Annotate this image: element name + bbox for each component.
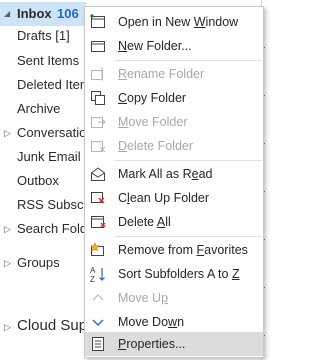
- copy-icon: [91, 91, 105, 105]
- menu-move-folder[interactable]: Move Folder: [85, 110, 263, 134]
- rename-icon: [91, 67, 103, 81]
- new-folder-icon: [91, 41, 105, 52]
- menu-clean-up-folder[interactable]: Clean Up Folder: [85, 186, 263, 210]
- chevron-up-icon: [92, 294, 104, 301]
- move-icon: [91, 117, 106, 128]
- expand-arrow-icon[interactable]: ▷: [4, 315, 11, 339]
- chevron-down-icon: [92, 319, 104, 326]
- menu-move-up[interactable]: Move Up: [85, 286, 263, 310]
- folder-label: Sent Items: [17, 53, 80, 68]
- folder-label: Inbox: [17, 6, 52, 21]
- favorites-star-icon: [90, 242, 104, 256]
- menu-mark-all-as-read[interactable]: Mark All as Read: [85, 162, 263, 186]
- menu-sort-subfolders[interactable]: A Z Sort Subfolders A to Z: [85, 262, 263, 286]
- svg-text:A: A: [90, 266, 96, 275]
- folder-label: Archive: [17, 101, 61, 116]
- menu-open-in-new-window[interactable]: Open in New Window: [85, 10, 263, 34]
- menu-delete-folder[interactable]: Delete Folder: [85, 134, 263, 158]
- properties-icon: [92, 337, 104, 351]
- folder-label: Drafts [1]: [17, 28, 70, 43]
- menu-delete-all[interactable]: Delete All: [85, 210, 263, 234]
- expand-arrow-icon[interactable]: ▷: [4, 251, 11, 275]
- menu-new-folder[interactable]: New Folder...: [85, 34, 263, 58]
- delete-folder-icon: [91, 141, 106, 153]
- menu-remove-from-favorites[interactable]: Remove from Favorites: [85, 238, 263, 262]
- collapse-icon[interactable]: ◢: [4, 2, 10, 26]
- new-window-icon: [90, 14, 105, 28]
- menu-separator: [115, 60, 262, 61]
- sort-a-to-z-icon: A Z: [90, 266, 105, 283]
- folder-label: Junk Email: [17, 149, 81, 164]
- menu-properties[interactable]: Properties...: [85, 332, 263, 356]
- folder-label: Outbox: [17, 173, 59, 188]
- menu-move-down[interactable]: Move Down: [85, 310, 263, 334]
- expand-arrow-icon[interactable]: ▷: [4, 217, 11, 241]
- mark-read-icon: [91, 167, 105, 181]
- folder-context-menu: Open in New Window New Folder... Rename …: [84, 6, 264, 358]
- menu-copy-folder[interactable]: Copy Folder: [85, 86, 263, 110]
- folder-label: Groups: [17, 255, 60, 270]
- clean-up-icon: [91, 192, 105, 204]
- menu-separator: [115, 160, 262, 161]
- unread-count: 106: [57, 6, 79, 21]
- expand-arrow-icon[interactable]: ▷: [4, 121, 11, 145]
- menu-rename-folder[interactable]: Rename Folder: [85, 62, 263, 86]
- menu-separator: [115, 236, 262, 237]
- delete-all-icon: [91, 216, 106, 228]
- folder-inbox[interactable]: ◢ Inbox 106: [0, 2, 86, 26]
- svg-text:Z: Z: [90, 275, 95, 283]
